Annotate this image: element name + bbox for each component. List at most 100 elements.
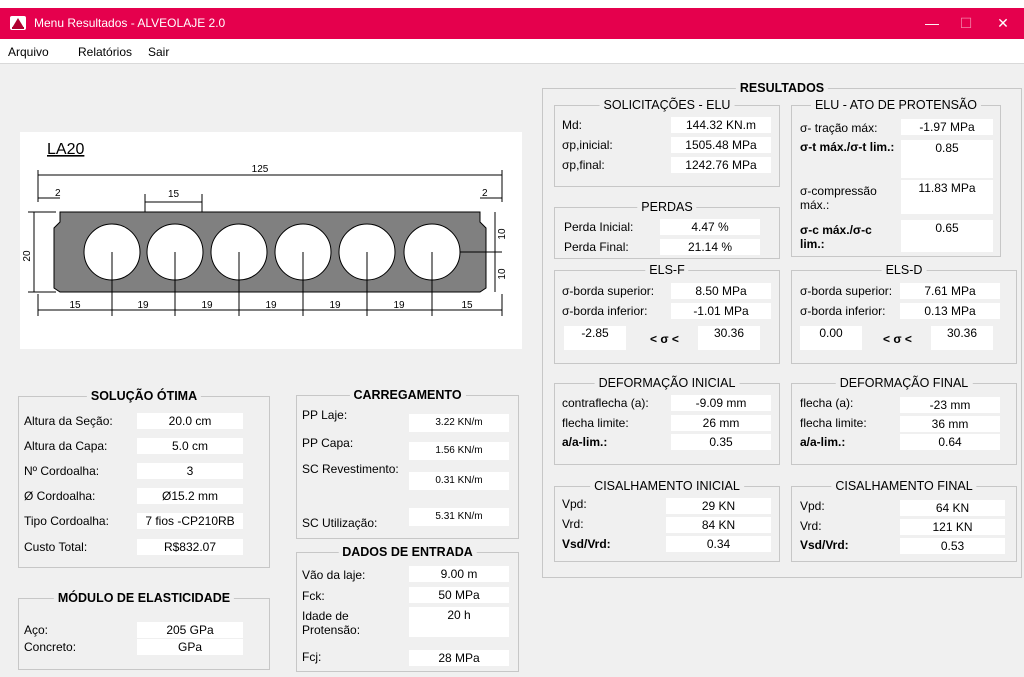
altura-secao-label: Altura da Seção: <box>24 414 113 428</box>
perda-inicial-label: Perda Inicial: <box>564 220 634 234</box>
sp-final-label: σp,final: <box>562 158 605 172</box>
menu-relatorios[interactable]: Relatórios <box>78 45 132 59</box>
elsf-borda-inf-label: σ-borda inferior: <box>562 304 648 318</box>
vrd-fin-label: Vrd: <box>800 519 822 533</box>
ratio-t-value: 0.85 <box>901 140 993 178</box>
vrd-ini-value: 84 KN <box>666 517 771 533</box>
vpd-fin-label: Vpd: <box>800 499 825 513</box>
ratio-c-label: σ-c máx./σ-c lim.: <box>800 223 872 251</box>
contraflecha-value: -9.09 mm <box>671 395 771 411</box>
close-button[interactable]: ✕ <box>980 12 1024 34</box>
elsd-between-label: < σ < <box>883 332 912 346</box>
dim-bottom-2: 19 <box>137 300 149 311</box>
vrd-ini-label: Vrd: <box>562 517 584 531</box>
solucao-otima-title: SOLUÇÃO ÓTIMA <box>86 389 202 403</box>
flecha-limite-ini-value: 26 mm <box>671 415 771 431</box>
els-d-title: ELS-D <box>881 263 927 277</box>
dim-flange-right: 2 <box>482 188 488 199</box>
carregamento-title: CARREGAMENTO <box>349 388 466 402</box>
dim-bottom-6: 19 <box>393 300 405 311</box>
vsd-vrd-fin-label: Vsd/Vrd: <box>800 538 849 552</box>
altura-secao-value: 20.0 cm <box>137 413 243 429</box>
section-name: LA20 <box>47 141 84 158</box>
vpd-ini-label: Vpd: <box>562 497 587 511</box>
elsd-max-value: 30.36 <box>931 326 993 350</box>
fck-label: Fck: <box>302 589 325 603</box>
dim-flange-left: 2 <box>55 188 61 199</box>
ratio-t-label: σ-t máx./σ-t lim.: <box>800 140 895 154</box>
sc-revestimento-value: 0.31 KN/m <box>409 472 509 490</box>
ratio-c-value: 0.65 <box>901 220 993 252</box>
diam-cordoalha-value: Ø15.2 mm <box>137 488 243 504</box>
cisalhamento-final-title: CISALHAMENTO FINAL <box>831 479 977 493</box>
md-value: 144.32 KN.m <box>671 117 771 133</box>
sc-utilizacao-label: SC Utilização: <box>302 516 378 530</box>
tracao-max-value: -1.97 MPa <box>901 119 993 135</box>
dim-bottom-7: 15 <box>461 300 473 311</box>
menu-arquivo[interactable]: Arquivo <box>8 45 49 59</box>
pp-capa-value: 1.56 KN/m <box>409 442 509 460</box>
sc-revestimento-label: SC Revestimento: <box>302 462 399 476</box>
perda-inicial-value: 4.47 % <box>660 219 760 235</box>
fck-value: 50 MPa <box>409 587 509 603</box>
pp-laje-label: PP Laje: <box>302 408 348 422</box>
n-cordoalha-value: 3 <box>137 463 243 479</box>
altura-capa-value: 5.0 cm <box>137 438 243 454</box>
elsf-borda-sup-value: 8.50 MPa <box>671 283 771 299</box>
altura-capa-label: Altura da Capa: <box>24 439 108 453</box>
tracao-max-label: σ- tração máx: <box>800 121 878 135</box>
vpd-fin-value: 64 KN <box>900 500 1005 516</box>
dim-void-pitch: 15 <box>168 189 180 200</box>
cisalhamento-inicial-title: CISALHAMENTO INICIAL <box>590 479 744 493</box>
tipo-cordoalha-value: 7 fios -CP210RB <box>137 513 243 529</box>
elsd-borda-sup-value: 7.61 MPa <box>900 283 1000 299</box>
aco-label: Aço: <box>24 623 49 637</box>
vsd-vrd-ini-label: Vsd/Vrd: <box>562 537 611 551</box>
compressao-max-label: σ-compressão máx.: <box>800 184 877 212</box>
sc-utilizacao-value: 5.31 KN/m <box>409 508 509 526</box>
deformacao-final-title: DEFORMAÇÃO FINAL <box>835 376 973 390</box>
idade-protensao-label: Idade de Protensão: <box>302 609 361 637</box>
elsf-max-value: 30.36 <box>698 326 760 350</box>
dim-bottom-4: 19 <box>265 300 277 311</box>
sp-inicial-label: σp,inicial: <box>562 138 613 152</box>
compressao-max-value: 11.83 MPa <box>901 180 993 214</box>
n-cordoalha-label: Nº Cordoalha: <box>24 464 100 478</box>
elsd-borda-inf-value: 0.13 MPa <box>900 303 1000 319</box>
a-alim-ini-value: 0.35 <box>671 434 771 450</box>
solicitacoes-elu-title: SOLICITAÇÕES - ELU <box>599 98 735 112</box>
vsd-vrd-fin-value: 0.53 <box>900 538 1005 554</box>
fcj-label: Fcj: <box>302 650 322 664</box>
dim-bottom-1: 15 <box>69 300 81 311</box>
pp-capa-label: PP Capa: <box>302 436 354 450</box>
menu-sair[interactable]: Sair <box>148 45 169 59</box>
resultados-title: RESULTADOS <box>735 81 829 95</box>
a-alim-ini-label: a/a-lim.: <box>562 435 608 449</box>
idade-protensao-value: 20 h <box>409 607 509 637</box>
fcj-value: 28 MPa <box>409 650 509 666</box>
aco-value: 205 GPa <box>137 622 243 638</box>
vsd-vrd-ini-value: 0.34 <box>666 536 771 552</box>
app-icon <box>10 16 26 30</box>
vao-laje-label: Vão da laje: <box>302 568 366 582</box>
elsf-between-label: < σ < <box>650 332 679 346</box>
vpd-ini-value: 29 KN <box>666 498 771 514</box>
concreto-value: GPa <box>137 639 243 655</box>
deformacao-inicial-title: DEFORMAÇÃO INICIAL <box>594 376 740 390</box>
perda-final-value: 21.14 % <box>660 239 760 255</box>
elsf-min-value: -2.85 <box>564 326 626 350</box>
dados-entrada-title: DADOS DE ENTRADA <box>338 545 477 559</box>
md-label: Md: <box>562 118 583 132</box>
dim-height: 20 <box>22 250 33 262</box>
title-bar: Menu Resultados - ALVEOLAJE 2.0 — ☐ ✕ <box>0 8 1024 39</box>
dim-bottom-5: 19 <box>329 300 341 311</box>
window-title: Menu Resultados - ALVEOLAJE 2.0 <box>34 16 226 30</box>
sp-inicial-value: 1505.48 MPa <box>671 137 771 153</box>
menu-bar: Arquivo Relatórios Sair <box>0 39 1024 64</box>
flecha-limite-ini-label: flecha limite: <box>562 416 629 430</box>
perda-final-label: Perda Final: <box>564 240 629 254</box>
els-f-title: ELS-F <box>645 263 689 277</box>
custo-total-value: R$832.07 <box>137 539 243 555</box>
contraflecha-label: contraflecha (a): <box>562 396 649 410</box>
modulo-elasticidade-title: MÓDULO DE ELASTICIDADE <box>53 591 235 605</box>
